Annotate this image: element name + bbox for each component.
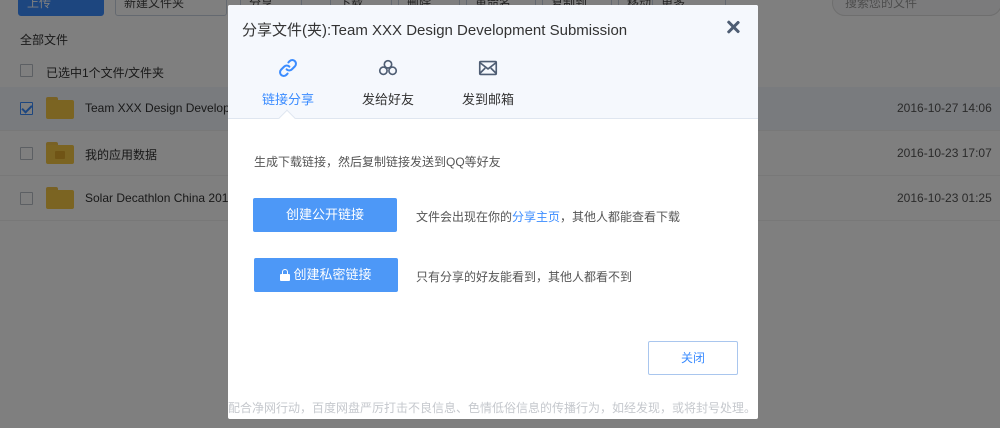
create-private-link-button[interactable]: 创建私密链接 <box>254 258 398 292</box>
tab-link-share[interactable]: 链接分享 <box>248 55 328 119</box>
public-button-label: 创建公开链接 <box>285 207 364 222</box>
private-link-hint: 只有分享的好友能看到，其他人都看不到 <box>416 270 633 284</box>
tab-send-friend[interactable]: 发给好友 <box>348 55 428 119</box>
create-public-link-button[interactable]: 创建公开链接 <box>253 198 397 232</box>
close-icon[interactable] <box>725 19 741 35</box>
private-button-label: 创建私密链接 <box>293 267 372 282</box>
public-link-hint: 文件会出现在你的分享主页，其他人都能查看下载 <box>416 208 680 225</box>
public-hint-before: 文件会出现在你的 <box>416 210 513 224</box>
dialog-header: 分享文件(夹):Team XXX Design Development Subm… <box>228 5 758 119</box>
tab-send-mail[interactable]: 发到邮箱 <box>448 55 528 119</box>
share-homepage-link[interactable]: 分享主页 <box>512 210 560 224</box>
mail-icon <box>478 60 498 76</box>
close-button[interactable]: 关闭 <box>648 341 738 375</box>
share-dialog: 分享文件(夹):Team XXX Design Development Subm… <box>228 5 758 419</box>
friends-icon <box>378 59 398 76</box>
lock-icon <box>280 269 291 281</box>
footer-note: 配合净网行动，百度网盘严厉打击不良信息、色情低俗信息的传播行为，如经发现，或将封… <box>228 401 757 415</box>
tab-label: 链接分享 <box>261 92 314 107</box>
close-button-label: 关闭 <box>680 351 705 365</box>
public-hint-after: ，其他人都能查看下载 <box>560 210 681 224</box>
dialog-title: 分享文件(夹):Team XXX Design Development Subm… <box>242 22 628 39</box>
tab-label: 发到邮箱 <box>461 92 514 107</box>
link-icon <box>279 59 297 77</box>
share-description: 生成下载链接，然后复制链接发送到QQ等好友 <box>254 155 501 169</box>
tab-label: 发给好友 <box>361 92 414 107</box>
